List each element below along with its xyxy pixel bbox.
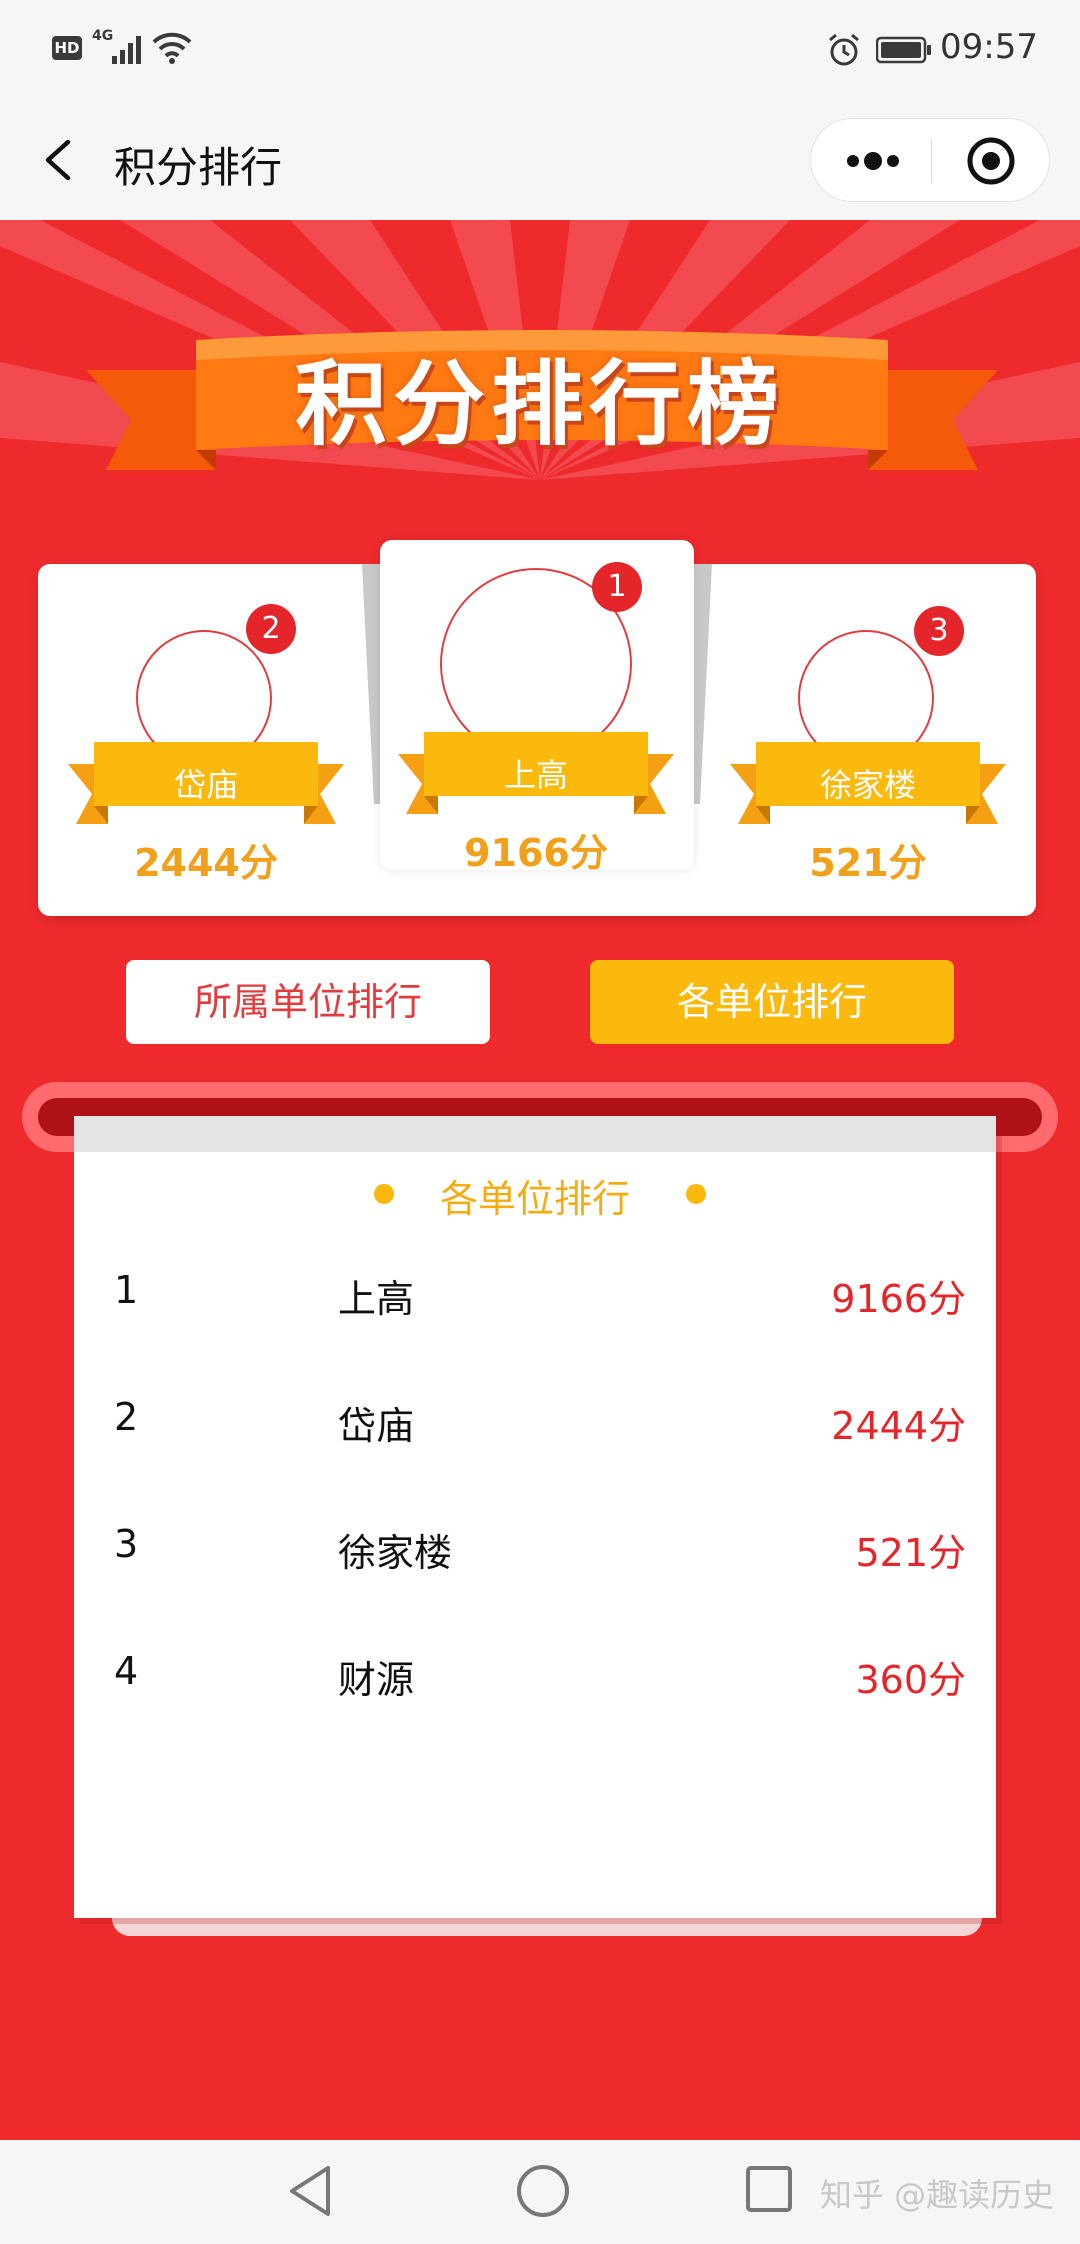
page-title: 积分排行 — [114, 143, 283, 192]
system-back-icon[interactable] — [284, 2162, 334, 2220]
podium-name-first: 上高 — [503, 756, 568, 794]
row-name: 岱庙 — [338, 1404, 415, 1448]
podium-name-third: 徐家楼 — [819, 766, 916, 804]
battery-icon — [876, 36, 931, 64]
ranking-page: 积分排行榜 2 岱庙 2444分 1 上高 9166分 3 徐家楼 521分 所… — [0, 220, 1080, 2140]
list-title: 各单位排行 — [439, 1177, 630, 1221]
system-recent-icon[interactable] — [744, 2164, 794, 2214]
banner-title: 积分排行榜 — [294, 351, 785, 458]
title-bar: 积分排行 — [0, 100, 1080, 220]
wifi-icon — [152, 32, 192, 64]
podium-score-third: 521分 — [809, 841, 927, 885]
close-target-icon[interactable] — [932, 119, 1050, 203]
podium-shade-right — [694, 564, 712, 804]
row-rank: 2 — [114, 1395, 139, 1439]
list-row[interactable]: 3 徐家楼 521分 — [74, 1508, 996, 1588]
row-score: 9166分 — [831, 1277, 966, 1321]
paper-top-strip — [74, 1116, 996, 1152]
podium-score-second: 2444分 — [134, 841, 278, 885]
more-dots-icon[interactable] — [811, 119, 931, 203]
system-navigation-bar: 知乎 @趣读历史 — [0, 2140, 1080, 2244]
system-home-icon[interactable] — [514, 2162, 572, 2220]
row-score: 521分 — [855, 1531, 966, 1575]
row-score: 360分 — [855, 1658, 966, 1702]
heading-dot-right — [686, 1184, 706, 1204]
network-type-label: 4G — [92, 28, 114, 44]
list-row[interactable]: 2 岱庙 2444分 — [74, 1381, 996, 1461]
hd-icon: HD — [52, 36, 82, 60]
podium-shade-left — [362, 564, 380, 804]
row-rank: 4 — [114, 1649, 139, 1693]
row-name: 徐家楼 — [338, 1531, 453, 1575]
row-rank: 3 — [114, 1522, 139, 1566]
row-name: 上高 — [338, 1277, 415, 1321]
podium-name-second: 岱庙 — [173, 766, 238, 804]
clock: 09:57 — [940, 27, 1038, 67]
rank-badge-second: 2 — [246, 604, 296, 654]
row-rank: 1 — [114, 1268, 139, 1312]
watermark: 知乎 @趣读历史 — [820, 2176, 1055, 2214]
mini-program-capsule — [810, 118, 1050, 202]
row-name: 财源 — [338, 1658, 415, 1702]
ranking-list-panel: 各单位排行 1 上高 9166分 2 岱庙 2444分 3 徐家楼 521分 4… — [74, 1116, 996, 1918]
podium-score-first: 9166分 — [464, 831, 608, 875]
alarm-icon — [829, 33, 859, 66]
all-units-ranking-button[interactable]: 各单位排行 — [590, 960, 954, 1044]
row-score: 2444分 — [831, 1404, 966, 1448]
rank-badge-third: 3 — [914, 606, 964, 656]
list-row[interactable]: 1 上高 9166分 — [74, 1254, 996, 1334]
signal-icon — [112, 36, 141, 64]
list-heading: 各单位排行 — [74, 1162, 996, 1222]
back-arrow-icon[interactable] — [38, 130, 82, 190]
status-bar: HD 4G 09:57 — [0, 0, 1080, 100]
own-unit-ranking-button[interactable]: 所属单位排行 — [126, 960, 490, 1044]
list-row[interactable]: 4 财源 360分 — [74, 1635, 996, 1715]
rank-badge-first: 1 — [592, 562, 642, 612]
